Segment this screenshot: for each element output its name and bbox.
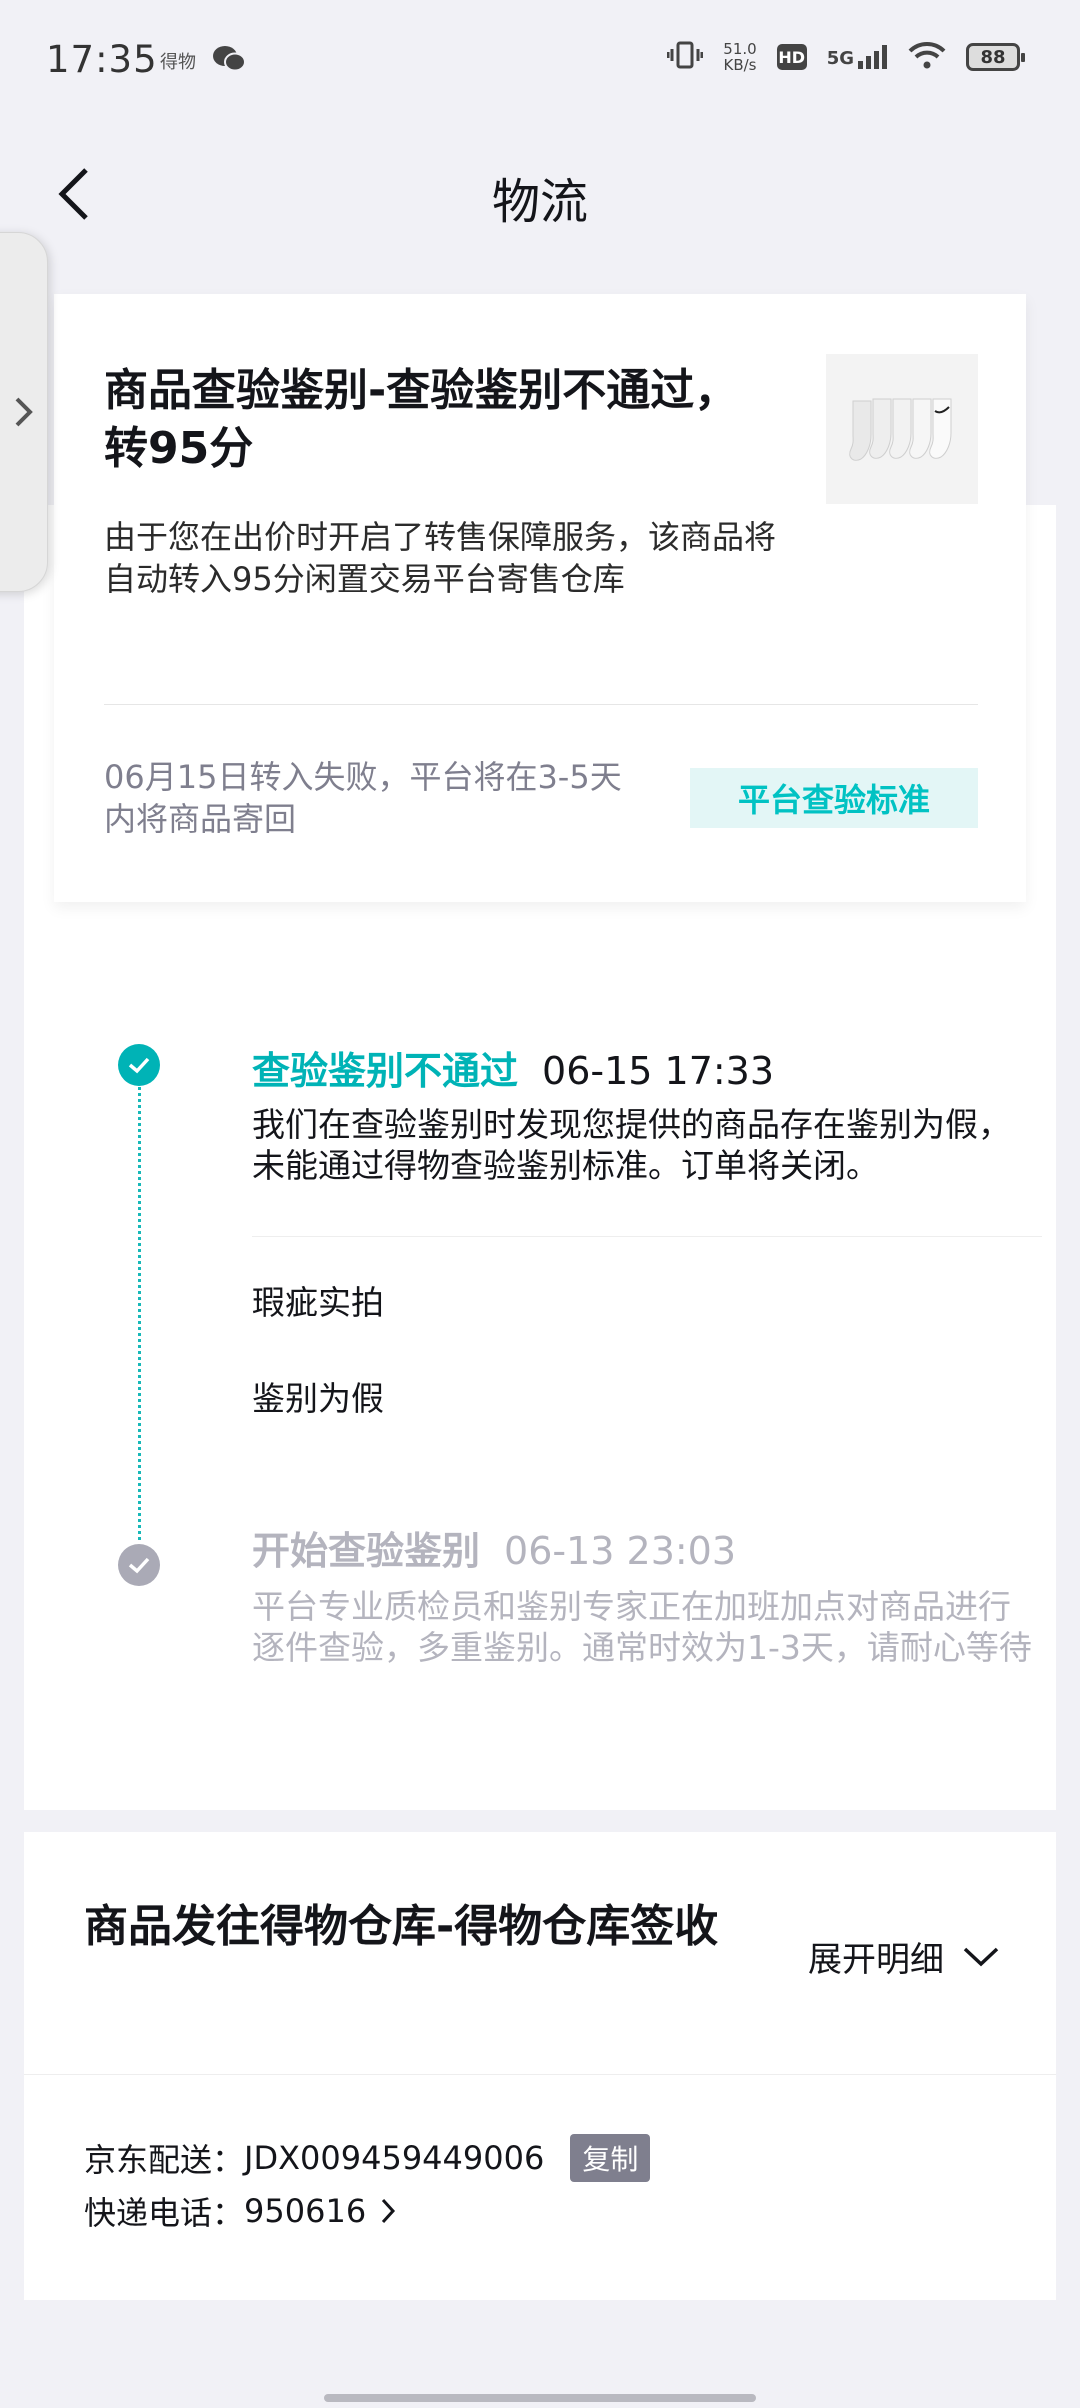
hd-icon: HD [776, 44, 807, 70]
summary-card: 商品查验鉴别-查验鉴别不通过，转95分 由于您在出价时开启了转售保障服务，该商品… [54, 294, 1026, 902]
divider [24, 2074, 1056, 2075]
product-thumbnail[interactable] [826, 354, 978, 504]
phone-label: 快递电话： [84, 2194, 245, 2232]
return-note: 06月15日转入失败，平台将在3-5天内将商品寄回 [104, 758, 622, 838]
chevron-right-icon [15, 397, 33, 427]
copy-button[interactable]: 复制 [570, 2134, 651, 2182]
timeline-status: 开始查验鉴别 [252, 1529, 481, 1573]
check-circle-icon [118, 1044, 160, 1086]
speed-value: 51.0 [723, 40, 757, 58]
carrier-label: 京东配送： [84, 2141, 245, 2179]
flaw-photo-label: 瑕疵实拍 [252, 1283, 384, 1322]
chevron-right-icon [382, 2198, 396, 2224]
status-time: 17:35 [46, 38, 158, 81]
network-speed: 51.0 KB/s [723, 41, 756, 73]
flaw-result: 鉴别为假 [252, 1379, 384, 1418]
timeline-time: 06-13 23:03 [504, 1529, 737, 1573]
expand-label: 展开明细 [808, 1940, 944, 1980]
wechat-icon [212, 44, 246, 78]
shipping-title: 商品发往得物仓库-得物仓库签收 [84, 1901, 719, 1952]
expand-details-button[interactable]: 展开明细 [808, 1932, 1000, 1981]
summary-description: 由于您在出价时开启了转售保障服务，该商品将自动转入95分闲置交易平台寄售仓库 [104, 518, 777, 598]
timeline-connector [138, 1070, 141, 1540]
courier-phone-row[interactable]: 快递电话： 950616 [84, 2188, 396, 2234]
tracking-number: JDX009459449006 [244, 2139, 545, 2177]
vibrate-icon [666, 40, 704, 74]
timeline-status: 查验鉴别不通过 [252, 1049, 519, 1093]
check-circle-icon [118, 1544, 160, 1586]
app-notification-icon: 得物 [160, 52, 196, 73]
timeline-description: 我们在查验鉴别时发现您提供的商品存在鉴别为假，未能通过得物查验鉴别标准。订单将关… [252, 1105, 1011, 1185]
wifi-icon [908, 41, 946, 73]
signal-icon: 5G [827, 45, 888, 69]
page-title: 物流 [491, 174, 588, 230]
timeline-time: 06-15 17:33 [542, 1049, 775, 1093]
battery-icon: 88 [966, 43, 1025, 71]
nav-bar: 物流 [0, 140, 1080, 250]
socks-image-icon [849, 398, 952, 461]
status-bar: 17:35 得物 51.0 KB/s HD 5G 88 [0, 0, 1080, 120]
tracking-row: 京东配送： JDX009459449006 复制 [84, 2134, 651, 2182]
speed-unit: KB/s [723, 56, 757, 74]
floating-side-tab[interactable] [0, 232, 48, 592]
system-icons: 51.0 KB/s HD 5G 88 [666, 40, 1025, 74]
timeline-item-header: 查验鉴别不通过 06-15 17:33 [252, 1040, 774, 1095]
phone-number: 950616 [244, 2192, 367, 2230]
timeline-description: 平台专业质检员和鉴别专家正在加班加点对商品进行逐件查验，多重鉴别。通常时效为1-… [252, 1587, 1032, 1667]
timeline-item-header: 开始查验鉴别 06-13 23:03 [252, 1520, 736, 1575]
notification-icons: 得物 [160, 44, 246, 78]
divider [252, 1236, 1042, 1237]
home-indicator[interactable] [324, 2394, 756, 2402]
shipping-card: 商品发往得物仓库-得物仓库签收 展开明细 京东配送： JDX0094594490… [24, 1832, 1056, 2300]
network-type: 5G [826, 48, 854, 69]
inspection-standard-button[interactable]: 平台查验标准 [690, 768, 978, 828]
divider [104, 704, 978, 705]
chevron-down-icon [963, 1947, 999, 1966]
summary-title: 商品查验鉴别-查验鉴别不通过，转95分 [104, 365, 739, 474]
